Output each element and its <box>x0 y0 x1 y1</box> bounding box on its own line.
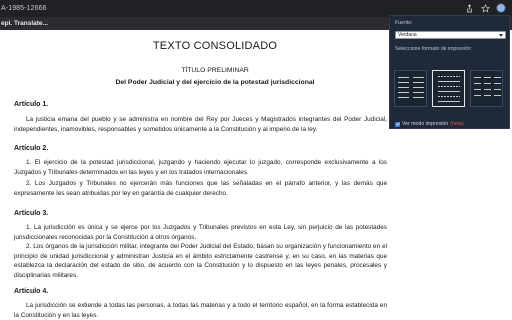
format-option-one-column[interactable] <box>432 70 465 107</box>
format-option-three-columns[interactable] <box>470 70 503 107</box>
share-icon[interactable] <box>464 3 474 13</box>
article-paragraph: 2. Los Juzgados y Tribunales no ejercerá… <box>14 180 387 197</box>
print-mode-toggle[interactable]: Ver modo impresión (beta) <box>395 121 464 127</box>
chevron-down-icon <box>499 34 503 37</box>
article-heading: Artículo 2. <box>14 145 49 152</box>
format-label: Seleccione formato de impresión: <box>395 46 472 52</box>
bookmark-star-icon[interactable] <box>480 3 490 13</box>
font-label: Fuente: <box>395 20 413 26</box>
article-heading: Artículo 4. <box>14 288 49 295</box>
format-option-two-columns[interactable] <box>394 70 427 107</box>
article-paragraph: La justicia emana del pueblo y se admini… <box>14 116 387 133</box>
article-paragraph: La jurisdicción se extiende a todas las … <box>14 302 387 319</box>
article-paragraph: 1. El ejercicio de la potestad jurisdicc… <box>14 159 387 176</box>
font-select-value: Verdana <box>398 32 417 38</box>
checkbox-checked-icon[interactable] <box>395 121 400 127</box>
address-bar[interactable]: A-1985-12666 <box>0 5 47 12</box>
article-paragraph: 1. La jurisdicción es única y se ejerce … <box>14 224 387 241</box>
beta-badge: (beta) <box>450 121 464 127</box>
section-subtitle: Del Poder Judicial y del ejercicio de la… <box>115 79 315 86</box>
article-heading: Artículo 3. <box>14 210 49 217</box>
document-title: TEXTO CONSOLIDADO <box>152 40 278 52</box>
extension-avatar-icon[interactable] <box>496 3 506 13</box>
section-heading: TÍTULO PRELIMINAR <box>181 67 249 74</box>
print-mode-label: Ver modo impresión <box>402 121 449 127</box>
font-select[interactable]: Verdana <box>395 31 506 39</box>
article-paragraph: 2. Los órganos de la jurisdicción milita… <box>14 243 387 279</box>
toolbar-icons <box>464 3 506 13</box>
bookmark-translate[interactable]: epl. Translate... <box>0 20 48 27</box>
print-settings-popup: Fuente: Verdana Seleccione formato de im… <box>389 15 510 129</box>
article-heading: Artículo 1. <box>14 101 49 108</box>
